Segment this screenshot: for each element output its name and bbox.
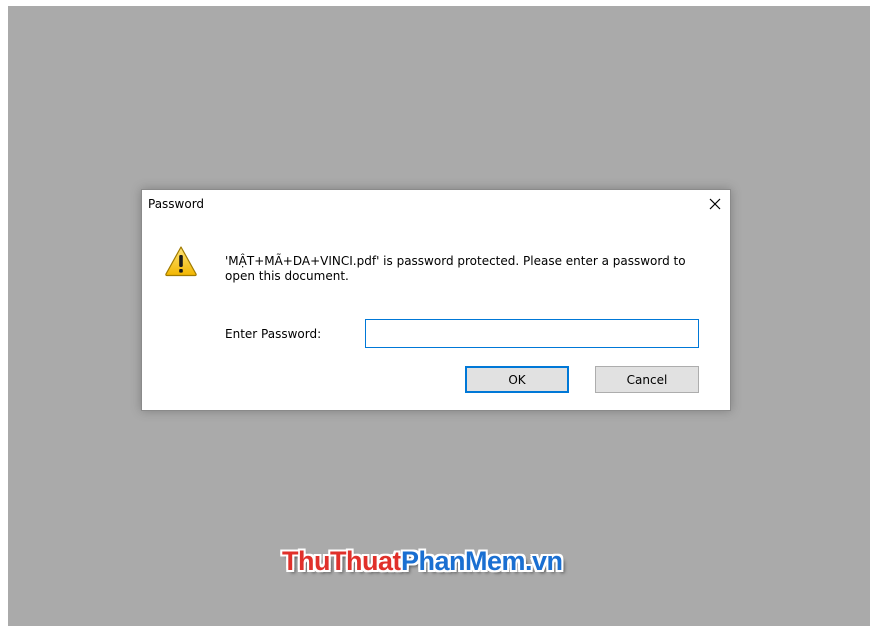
dialog-title: Password bbox=[148, 197, 205, 211]
close-button[interactable] bbox=[702, 192, 728, 216]
password-dialog: Password 'MẬT+MÃ+DA+VINCI.pdf' is passwo… bbox=[141, 189, 731, 411]
watermark-part2: PhanMem.vn bbox=[400, 546, 563, 576]
watermark-part1: ThuThuat bbox=[282, 546, 401, 576]
password-label: Enter Password: bbox=[225, 327, 322, 341]
dialog-message: 'MẬT+MÃ+DA+VINCI.pdf' is password protec… bbox=[225, 254, 686, 283]
close-icon bbox=[709, 198, 721, 210]
watermark-logo: ThuThuatPhanMem.vn bbox=[282, 546, 563, 577]
ok-button[interactable]: OK bbox=[465, 366, 569, 393]
password-input[interactable] bbox=[365, 319, 699, 348]
warning-icon bbox=[165, 246, 197, 277]
cancel-button[interactable]: Cancel bbox=[595, 366, 699, 393]
